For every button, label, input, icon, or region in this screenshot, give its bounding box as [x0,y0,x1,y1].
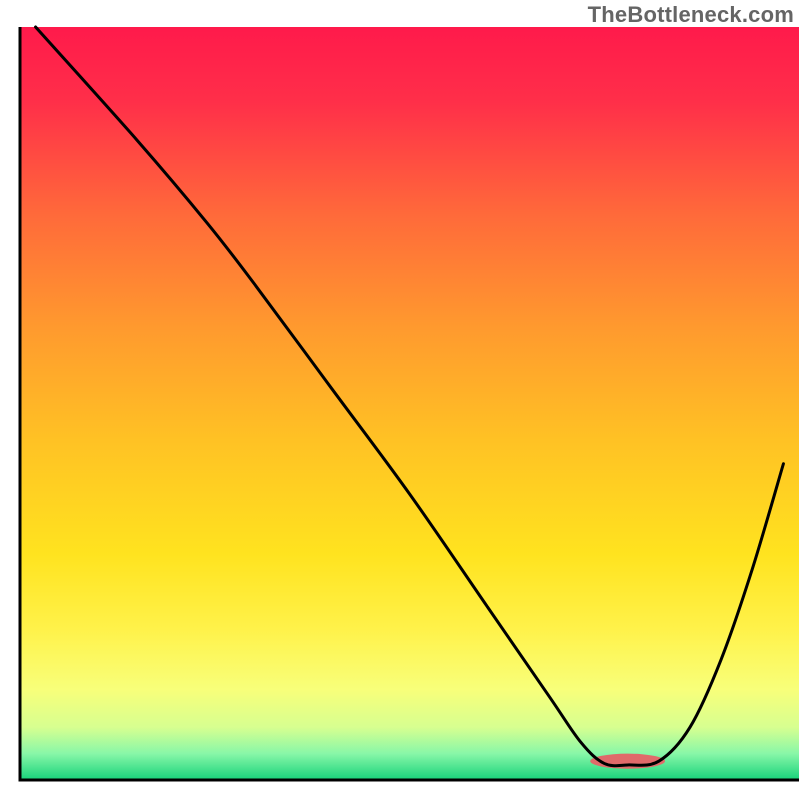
chart-container: TheBottleneck.com [0,0,800,800]
plot-area [20,27,799,780]
watermark-text: TheBottleneck.com [588,2,794,28]
bottleneck-chart [0,0,800,800]
